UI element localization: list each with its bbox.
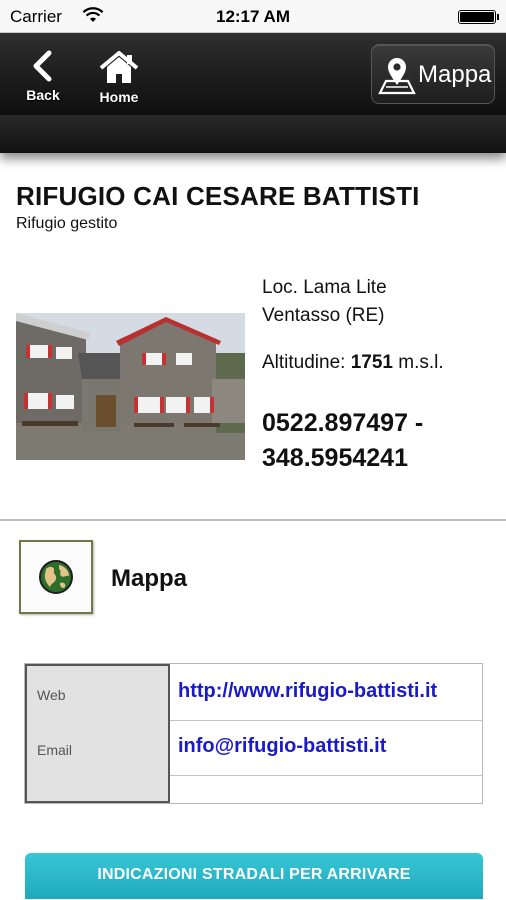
contact-table: Web Email http://www.rifugio-battisti.it… — [24, 663, 483, 804]
altitude-label: Altitudine: — [262, 352, 351, 373]
home-icon — [99, 51, 139, 83]
table-row — [170, 776, 482, 803]
back-button[interactable]: Back — [10, 33, 76, 115]
directions-button[interactable]: INDICAZIONI STRADALI PER ARRIVARE — [25, 853, 483, 899]
table-row: info@rifugio-battisti.it — [170, 721, 482, 776]
address-line-2: Ventasso (RE) — [262, 305, 385, 326]
web-link[interactable]: http://www.rifugio-battisti.it — [178, 680, 437, 703]
navigation-bar: Back Home Mappa — [0, 33, 506, 115]
page-title: RIFUGIO CAI CESARE BATTISTI — [16, 181, 420, 211]
page-subtitle: Rifugio gestito — [16, 215, 118, 232]
altitude: Altitudine: 1751 m.s.l. — [262, 352, 444, 374]
clock: 12:17 AM — [215, 7, 290, 26]
address-line-1: Loc. Lama Lite — [262, 277, 387, 298]
back-label: Back — [26, 87, 60, 103]
home-label: Home — [99, 89, 139, 105]
email-label: Email — [37, 742, 73, 758]
battery-icon — [458, 10, 499, 24]
map-link-icon-button[interactable] — [19, 540, 93, 614]
altitude-value: 1751 — [350, 352, 394, 373]
chevron-left-icon — [33, 50, 52, 82]
table-row: http://www.rifugio-battisti.it — [170, 664, 482, 721]
status-bar: Carrier 12:17 AM — [0, 0, 506, 33]
phone-number-1[interactable]: 0522.897497 - — [262, 409, 423, 438]
contact-label-column: Web Email — [25, 664, 170, 803]
web-label: Web — [37, 687, 66, 703]
globe-icon — [39, 560, 73, 594]
altitude-unit: m.s.l. — [393, 352, 444, 373]
home-button[interactable]: Home — [86, 33, 152, 115]
toolbar-shadow-bar — [0, 115, 506, 153]
map-link-label[interactable]: Mappa — [111, 565, 187, 593]
section-divider — [0, 519, 506, 521]
map-pin-icon — [378, 58, 416, 95]
refuge-photo — [16, 313, 245, 460]
email-link[interactable]: info@rifugio-battisti.it — [178, 735, 386, 758]
map-button[interactable]: Mappa — [371, 44, 495, 104]
phone-number-2[interactable]: 348.5954241 — [262, 444, 408, 473]
map-button-label: Mappa — [418, 61, 492, 88]
